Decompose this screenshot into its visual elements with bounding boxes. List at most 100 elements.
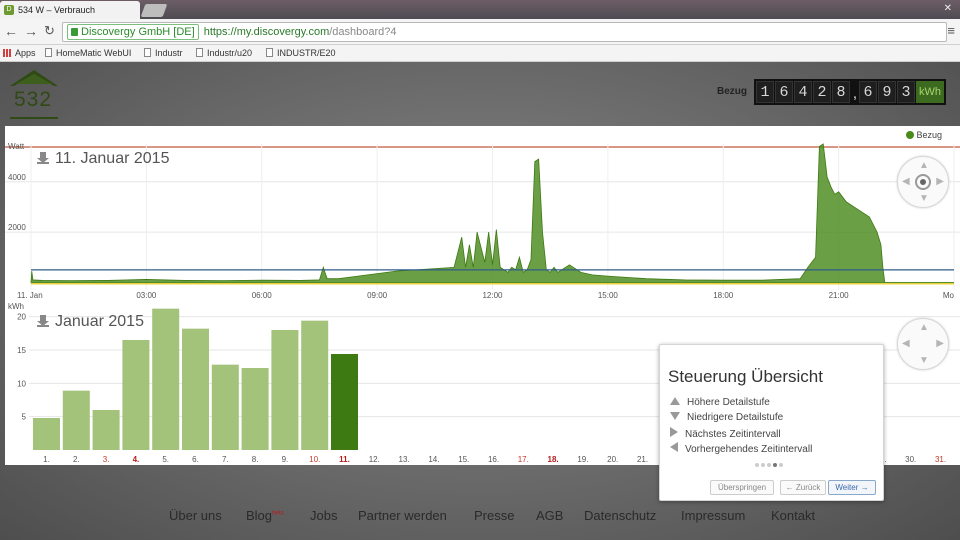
- forward-arrow-icon[interactable]: →: [24, 23, 38, 39]
- apps-grid-icon: [3, 49, 11, 57]
- bookmark-label: INDUSTR/E20: [277, 48, 336, 58]
- new-tab-button[interactable]: [140, 4, 168, 17]
- reload-icon[interactable]: ↻: [44, 23, 55, 39]
- nav-up-icon[interactable]: ▲: [919, 322, 929, 333]
- x-tick-label: 2.: [73, 455, 80, 464]
- nav-center-icon[interactable]: [915, 174, 931, 190]
- tour-title: Steuerung Übersicht: [668, 367, 823, 386]
- footer-link-datenschutz[interactable]: Datenschutz: [584, 508, 656, 523]
- x-tick-label: 17.: [518, 455, 529, 464]
- tour-step-dot[interactable]: [773, 463, 777, 467]
- meter-digit: 3: [897, 81, 915, 103]
- nav-down-icon[interactable]: ▼: [919, 193, 929, 204]
- tour-skip-button[interactable]: Überspringen: [710, 480, 774, 495]
- nav-right-icon[interactable]: ▶: [936, 176, 944, 187]
- x-tick-label: 3.: [103, 455, 110, 464]
- window-close-icon[interactable]: ✕: [944, 3, 952, 14]
- footer-link-partner[interactable]: Partner werden: [358, 508, 447, 523]
- x-tick-label: 5.: [162, 455, 169, 464]
- meter-digit: 9: [878, 81, 896, 103]
- download-icon[interactable]: [37, 152, 49, 164]
- x-tick-label: 21:00: [829, 291, 850, 300]
- legend-dot-icon: [906, 131, 915, 139]
- x-tick-label: 20.: [607, 455, 618, 464]
- meter-separator: ,: [852, 85, 858, 102]
- footer-link-agb[interactable]: AGB: [536, 508, 563, 523]
- x-tick-label: 6.: [192, 455, 199, 464]
- day-chart-title-text: 11. Januar 2015: [55, 150, 170, 167]
- lock-icon: [71, 28, 78, 36]
- x-tick-label: Mo: [943, 291, 955, 300]
- y-tick-label: 4000: [8, 173, 26, 182]
- x-tick-label: 16.: [488, 455, 499, 464]
- meter-digit: 6: [859, 81, 877, 103]
- chart-legend[interactable]: Bezug: [906, 130, 942, 140]
- back-arrow-icon[interactable]: ←: [4, 23, 18, 39]
- x-tick-label: 03:00: [136, 291, 157, 300]
- footer-link-jobs[interactable]: Jobs: [310, 508, 337, 523]
- y-tick-label: 2000: [8, 223, 26, 232]
- browser-tab[interactable]: D 534 W – Verbrauch: [0, 1, 140, 19]
- triangle-up-icon: [670, 397, 680, 405]
- footer-link-presse[interactable]: Presse: [474, 508, 514, 523]
- triangle-right-icon: [670, 427, 678, 437]
- footer-nav: Über uns Blogbeta Jobs Partner werden Pr…: [0, 504, 960, 529]
- x-tick-label: 06:00: [252, 291, 273, 300]
- x-tick-label: 8.: [252, 455, 259, 464]
- tour-step-dot[interactable]: [761, 463, 765, 467]
- tour-step-indicator: [755, 463, 785, 467]
- download-icon[interactable]: [37, 315, 49, 327]
- month-bar: [241, 368, 269, 450]
- nav-up-icon[interactable]: ▲: [919, 160, 929, 171]
- nav-down-icon[interactable]: ▼: [919, 355, 929, 366]
- bookmark-homematic[interactable]: HomeMatic WebUI: [45, 48, 131, 58]
- bookmark-industr-u20[interactable]: Industr/u20: [196, 48, 252, 58]
- tour-next-button[interactable]: Weiter →: [828, 480, 876, 495]
- tour-step-dot[interactable]: [767, 463, 771, 467]
- day-chart-navigation-control[interactable]: ▲ ▼ ◀ ▶: [897, 156, 949, 208]
- bookmarks-bar: Apps HomeMatic WebUI Industr Industr/u20…: [0, 45, 960, 62]
- x-tick-label: 15:00: [598, 291, 619, 300]
- tour-step-dot[interactable]: [755, 463, 759, 467]
- x-tick-label: 12:00: [482, 291, 503, 300]
- nav-left-icon[interactable]: ◀: [902, 338, 910, 349]
- bookmark-label: Apps: [15, 48, 36, 58]
- y-tick-label: 10: [17, 379, 26, 388]
- footer-link-blog[interactable]: Blogbeta: [246, 508, 284, 523]
- tour-item-label: Höhere Detailstufe: [687, 397, 770, 408]
- bookmark-apps[interactable]: Apps: [3, 48, 36, 58]
- meter-digit: 6: [775, 81, 793, 103]
- page-icon: [266, 48, 273, 57]
- browser-tabstrip: D 534 W – Verbrauch ✕: [0, 0, 960, 19]
- discovergy-favicon-icon: D: [4, 5, 14, 15]
- x-tick-label: 13.: [399, 455, 410, 464]
- meter-digit: 2: [813, 81, 831, 103]
- month-chart-navigation-control[interactable]: ▲ ▼ ◀ ▶: [897, 318, 949, 370]
- bookmark-industr[interactable]: Industr: [144, 48, 183, 58]
- tour-step-dot[interactable]: [779, 463, 783, 467]
- nav-right-icon[interactable]: ▶: [936, 338, 944, 349]
- tour-back-button[interactable]: ← Zurück: [780, 480, 826, 495]
- menu-icon[interactable]: ≡: [947, 23, 955, 38]
- x-tick-label: 11. Jan: [17, 291, 43, 300]
- month-bar: [301, 320, 329, 450]
- month-chart-title[interactable]: Januar 2015: [37, 313, 144, 331]
- x-tick-label: 31.: [935, 455, 946, 464]
- meter-unit: kWh: [916, 81, 944, 103]
- footer-link-kontakt[interactable]: Kontakt: [771, 508, 815, 523]
- house-logo-icon[interactable]: 532: [8, 66, 60, 120]
- address-bar[interactable]: Discovergy GmbH [DE] https://my.discoverg…: [62, 22, 947, 42]
- footer-link-ueber-uns[interactable]: Über uns: [169, 508, 222, 523]
- y-tick-label: 5: [22, 413, 27, 422]
- y-tick-label: 15: [17, 346, 26, 355]
- footer-link-label: Blog: [246, 508, 273, 523]
- triangle-left-icon: [670, 442, 678, 452]
- month-bar: [152, 308, 180, 450]
- month-bar: [92, 410, 120, 450]
- bookmark-industr-e20[interactable]: INDUSTR/E20: [266, 48, 336, 58]
- footer-link-impressum[interactable]: Impressum: [681, 508, 745, 523]
- month-bar: [331, 354, 358, 450]
- day-chart-title[interactable]: 11. Januar 2015: [37, 150, 169, 168]
- nav-left-icon[interactable]: ◀: [902, 176, 910, 187]
- ev-certificate-badge[interactable]: Discovergy GmbH [DE]: [67, 24, 199, 40]
